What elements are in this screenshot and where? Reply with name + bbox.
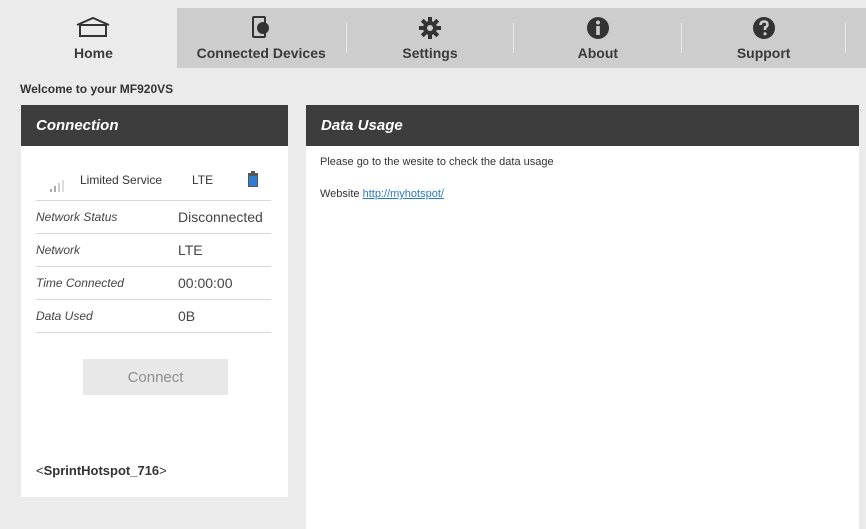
info-label: Time Connected [36, 276, 124, 290]
info-icon [586, 16, 610, 45]
info-label: Network Status [36, 210, 118, 224]
ssid-close: > [159, 463, 167, 478]
info-row-time-connected: Time Connected 00:00:00 [36, 267, 271, 300]
nav-settings[interactable]: Settings [347, 8, 514, 68]
welcome-text: Welcome to your MF920VS [20, 82, 174, 96]
connection-title: Connection [21, 105, 288, 146]
nav-home[interactable]: Home [10, 8, 177, 68]
info-value: 00:00:00 [178, 275, 233, 291]
data-usage-panel: Data Usage Please go to the wesite to ch… [306, 105, 859, 529]
info-label: Network [36, 243, 81, 257]
signal-icon [50, 179, 64, 197]
data-usage-message: Please go to the wesite to check the dat… [320, 156, 554, 168]
info-value: 0B [178, 308, 196, 324]
info-row-network-status: Network Status Disconnected [36, 201, 271, 234]
nav-settings-label: Settings [402, 45, 458, 61]
connect-button[interactable]: Connect [83, 359, 228, 395]
gear-icon [418, 16, 442, 45]
network-type: LTE [192, 173, 214, 187]
website-row: Website http://myhotspot/ [320, 188, 444, 200]
connection-panel: Connection Limited Service LTE Network S… [21, 105, 288, 497]
website-link[interactable]: http://myhotspot/ [363, 188, 444, 200]
ssid-open: < [36, 463, 44, 478]
nav-home-label: Home [73, 45, 113, 61]
top-nav: Home Connected Devices Settings About Su… [10, 8, 866, 68]
info-row-network: Network LTE [36, 234, 271, 267]
info-row-data-used: Data Used 0B [36, 300, 271, 333]
nav-devices-label: Connected Devices [196, 45, 326, 61]
website-label: Website [320, 188, 360, 200]
help-icon [752, 16, 776, 45]
ssid-name: SprintHotspot_716 [43, 463, 160, 478]
ssid-label: <SprintHotspot_716> [36, 463, 167, 478]
info-value: LTE [178, 242, 203, 258]
home-icon [75, 16, 111, 43]
nav-about-label: About [577, 45, 619, 61]
nav-about[interactable]: About [514, 8, 681, 68]
data-usage-title: Data Usage [306, 105, 859, 146]
info-value: Disconnected [178, 209, 263, 225]
info-label: Data Used [36, 309, 93, 323]
devices-icon [250, 16, 272, 45]
service-status: Limited Service [80, 173, 163, 187]
nav-connected-devices[interactable]: Connected Devices [177, 8, 346, 68]
battery-icon [247, 171, 259, 192]
connection-status-row: Limited Service LTE [36, 159, 271, 201]
connection-info-table: Network Status Disconnected Network LTE … [36, 201, 271, 333]
nav-support-label: Support [736, 45, 791, 61]
nav-support[interactable]: Support [682, 8, 845, 68]
